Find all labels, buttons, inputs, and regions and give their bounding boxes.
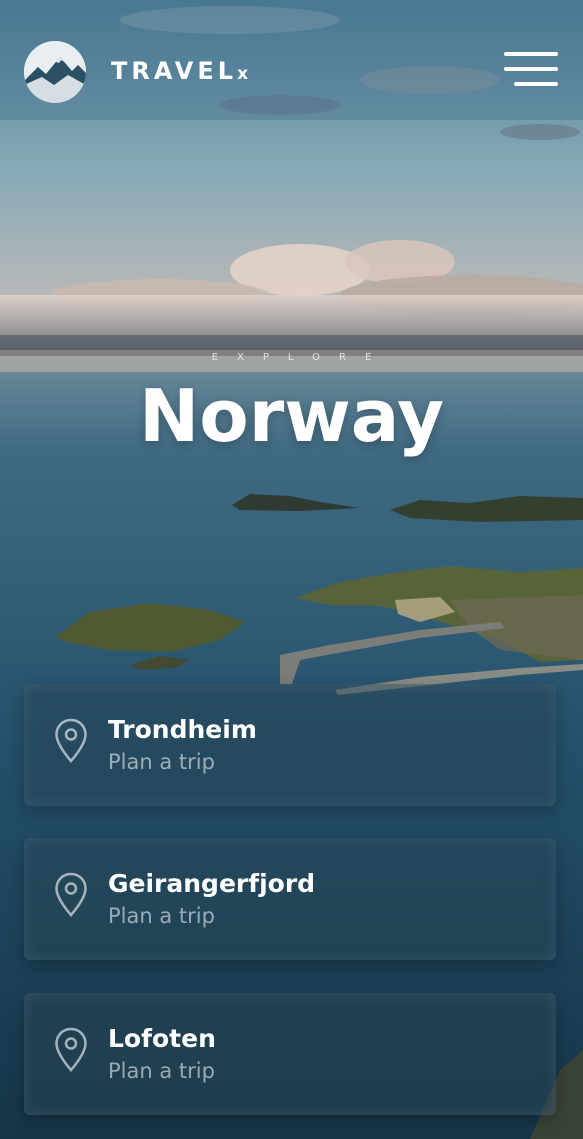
background-photo [0,0,583,1139]
hamburger-menu-icon[interactable] [502,50,558,90]
destination-card-geirangerfjord[interactable]: Geirangerfjord Plan a trip [24,838,556,960]
plan-trip-link[interactable]: Plan a trip [108,1056,215,1086]
destination-card-trondheim[interactable]: Trondheim Plan a trip [24,684,556,806]
destination-card-lofoten[interactable]: Lofoten Plan a trip [24,993,556,1115]
brand-text: TRAVEL [111,57,238,85]
location-pin-icon [54,872,88,918]
app-header: TRAVELx [0,0,583,140]
menu-line [504,67,558,71]
brand-suffix: x [237,64,249,84]
brand-name[interactable]: TRAVELx [111,55,248,90]
hero-title: Norway [138,374,445,458]
location-pin-icon [54,718,88,764]
destination-name: Trondheim [108,715,257,744]
location-pin-icon [54,1027,88,1073]
destination-name: Lofoten [108,1024,216,1053]
plan-trip-link[interactable]: Plan a trip [108,901,215,931]
hero-eyebrow: EXPLORE [211,352,391,363]
mountain-logo-icon[interactable] [24,41,86,103]
menu-line [504,52,558,56]
menu-line [514,82,558,86]
destination-name: Geirangerfjord [108,869,316,898]
plan-trip-link[interactable]: Plan a trip [108,747,215,777]
